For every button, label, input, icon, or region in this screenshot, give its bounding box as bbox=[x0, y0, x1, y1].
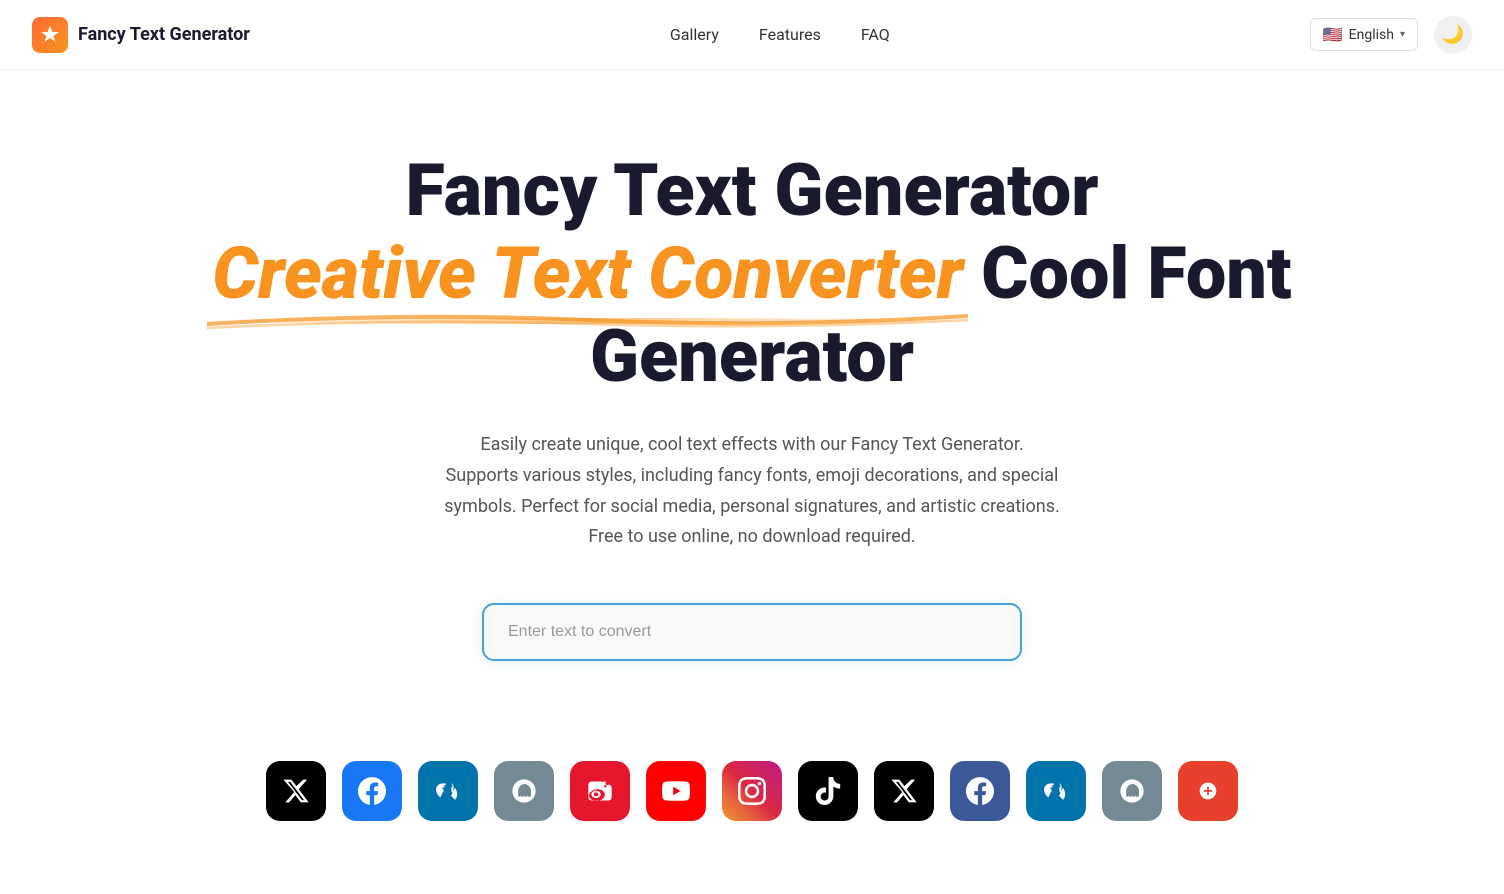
social-icons-bar bbox=[0, 721, 1504, 861]
brand-link[interactable]: Fancy Text Generator bbox=[32, 17, 250, 53]
nav-item-faq[interactable]: FAQ bbox=[861, 25, 890, 44]
social-icon-tiktok[interactable] bbox=[798, 761, 858, 821]
nav-item-gallery[interactable]: Gallery bbox=[670, 25, 719, 44]
chevron-down-icon: ▾ bbox=[1400, 29, 1405, 40]
text-convert-input[interactable] bbox=[482, 603, 1022, 661]
social-icon-weibo[interactable] bbox=[570, 761, 630, 821]
language-selector[interactable]: 🇺🇸 English ▾ bbox=[1310, 18, 1418, 51]
hero-title-line1: Fancy Text Generator bbox=[212, 150, 1291, 233]
hero-section: Fancy Text Generator Creative Text Conve… bbox=[0, 70, 1504, 721]
hero-heading: Fancy Text Generator Creative Text Conve… bbox=[212, 150, 1291, 398]
hero-title-line2: Creative Text Converter Cool Font bbox=[212, 233, 1291, 316]
social-icon-youtube[interactable] bbox=[646, 761, 706, 821]
social-icon-ghost2[interactable] bbox=[1102, 761, 1162, 821]
social-icon-twitter-x2[interactable] bbox=[874, 761, 934, 821]
brand-title: Fancy Text Generator bbox=[78, 24, 250, 45]
hero-title-orange: Creative Text Converter bbox=[212, 233, 963, 316]
flag-icon: 🇺🇸 bbox=[1323, 25, 1343, 44]
social-icon-instagram[interactable] bbox=[722, 761, 782, 821]
hero-description: Easily create unique, cool text effects … bbox=[442, 430, 1062, 552]
social-icon-partial[interactable] bbox=[1178, 761, 1238, 821]
nav-faq-link[interactable]: FAQ bbox=[861, 25, 890, 44]
navbar-right: 🇺🇸 English ▾ 🌙 bbox=[1310, 16, 1472, 54]
hero-title-dark: Cool Font bbox=[963, 231, 1291, 316]
brand-logo-icon bbox=[32, 17, 68, 53]
dark-mode-toggle-button[interactable]: 🌙 bbox=[1434, 16, 1472, 54]
social-icon-wordpress2[interactable] bbox=[1026, 761, 1086, 821]
nav-links: Gallery Features FAQ bbox=[670, 25, 890, 44]
hero-input-wrapper bbox=[482, 603, 1022, 661]
social-icon-twitter-x[interactable] bbox=[266, 761, 326, 821]
nav-gallery-link[interactable]: Gallery bbox=[670, 25, 719, 44]
social-icon-facebook[interactable] bbox=[342, 761, 402, 821]
nav-item-features[interactable]: Features bbox=[759, 25, 821, 44]
navbar: Fancy Text Generator Gallery Features FA… bbox=[0, 0, 1504, 70]
social-icon-facebook2[interactable] bbox=[950, 761, 1010, 821]
social-icon-wordpress[interactable] bbox=[418, 761, 478, 821]
nav-features-link[interactable]: Features bbox=[759, 25, 821, 44]
social-icon-ghost[interactable] bbox=[494, 761, 554, 821]
language-label: English bbox=[1349, 27, 1394, 43]
